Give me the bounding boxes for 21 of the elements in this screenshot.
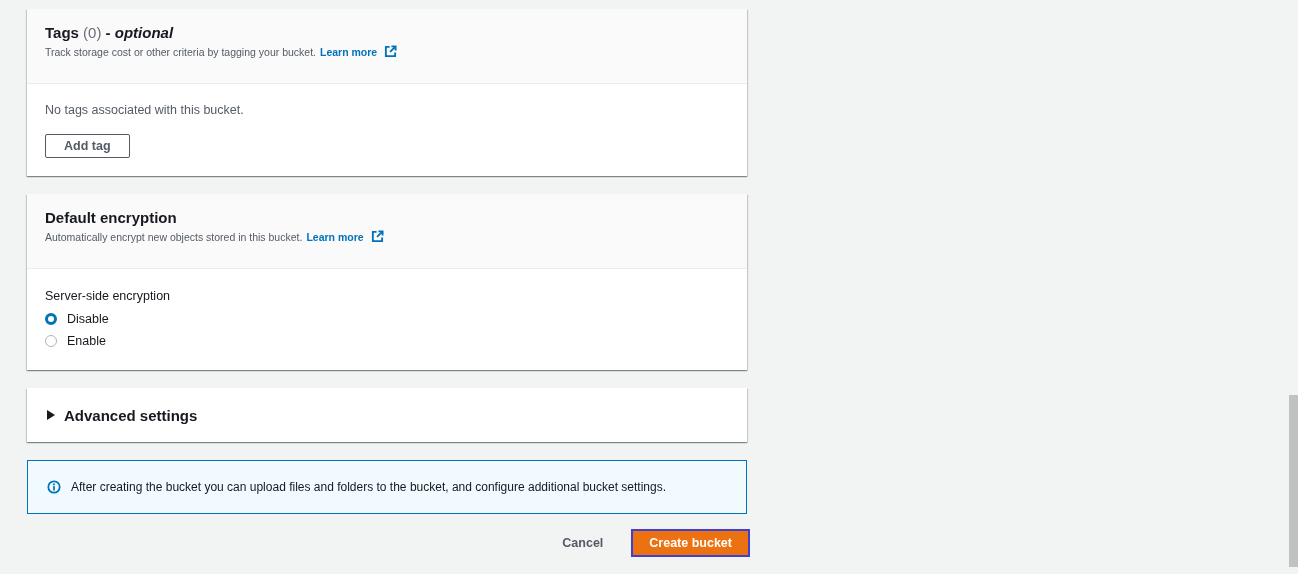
cancel-button[interactable]: Cancel [562,532,604,554]
section-description: Track storage cost or other criteria by tagging your bucket. [45,45,316,58]
radio-button[interactable] [45,313,57,325]
info-icon [47,480,61,494]
field-label: Server-side encryption [45,289,172,303]
info-text: After creating the bucket you can upload files and folders to the bucket, and configure additional bucket settings. [71,480,667,494]
section-title[interactable]: Advanced settings [64,406,198,424]
radio-label[interactable]: Enable [67,334,106,348]
section-title: Tags (0) - optional [45,24,175,41]
section-description: Automatically encrypt new objects stored in this bucket. [45,230,303,243]
learn-more-link[interactable]: Learn more [320,45,378,58]
empty-message: No tags associated with this bucket. [45,103,245,117]
scrollbar[interactable] [1289,395,1298,567]
external-link-icon[interactable] [370,230,384,243]
learn-more-link[interactable]: Learn more [306,230,364,243]
section-title: Default encryption [45,209,178,226]
add-tag-button[interactable]: Add tag [45,134,130,158]
caret-icon[interactable] [47,410,55,420]
radio-button[interactable] [45,335,57,347]
radio-label[interactable]: Disable [67,312,109,326]
external-link-icon[interactable] [384,45,398,58]
